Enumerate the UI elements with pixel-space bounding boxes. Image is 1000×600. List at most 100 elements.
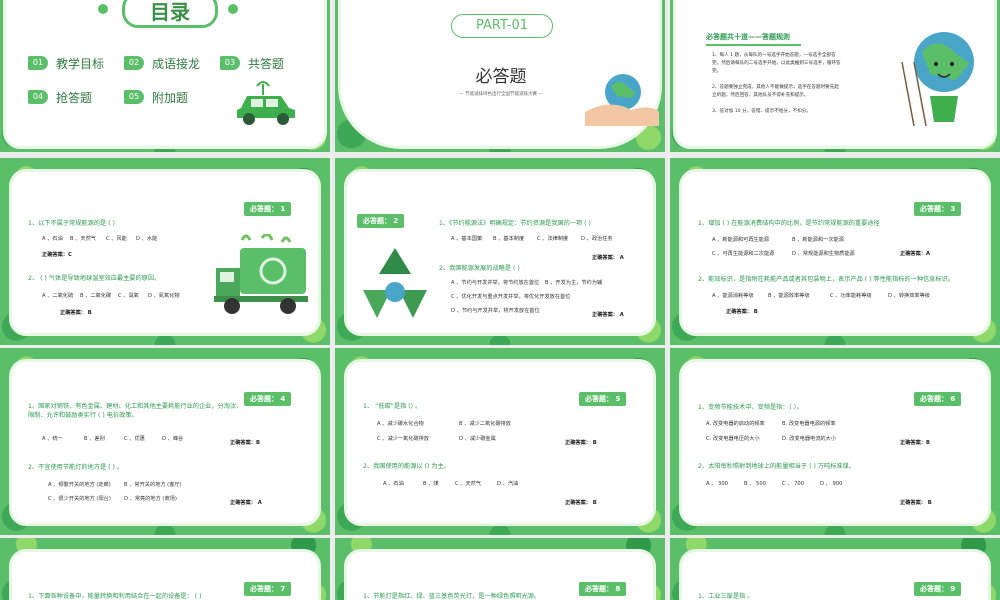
question-1-text: 1、增加 ( ) 在能源消费结构中的比例，是节约常规能源的重要途径 — [698, 220, 880, 227]
q1-option-c[interactable]: C 、可再生能源和二次能源 — [712, 250, 774, 259]
slide-card: 必答题： 2 1、《节约能源法》明确规定：节约资源是我国的一项 ( ) A 、基… — [347, 172, 653, 333]
q1-option-a[interactable]: A 、统一 — [42, 435, 63, 444]
q2-option-d[interactable]: D 、 900 — [820, 480, 842, 489]
q1-option-b[interactable]: B 、天然气 — [70, 235, 96, 244]
q2-option-c[interactable]: C 、天然气 — [455, 480, 481, 489]
question-tag: 必答题： 3 — [914, 202, 962, 216]
slide-question-1[interactable]: 必答题： 1 1、以下不属于常规能源的是 ( ) A 、石油 B 、天然气 C … — [0, 158, 330, 345]
q2-answer: 正确答案： B — [900, 500, 932, 506]
q2-option-c[interactable]: C 、功率能耗等级 — [830, 292, 872, 301]
q1-option-c[interactable]: C 、优惠 — [124, 435, 145, 444]
q2-answer: 正确答案： B — [726, 309, 758, 315]
slide-card: 必答题： 7 1、下面各种设备中，能量转换和利用结合在一起的设备是： ( ) — [12, 552, 318, 600]
q2-option-a[interactable]: A 、石油 — [383, 480, 404, 489]
question-1-text: 1、 “低碳”是指 () 。 — [363, 403, 422, 410]
green-car-icon — [237, 81, 295, 125]
q2-option-a[interactable]: A 、 300 — [706, 480, 728, 489]
q2-option-c[interactable]: C 、 700 — [782, 480, 804, 489]
q1-option-c[interactable]: C 、法律制度 — [537, 235, 568, 244]
q1-option-d[interactable]: D. 改变电器电流的大小 — [782, 435, 836, 444]
slide-card: 必答题： 3 1、增加 ( ) 在能源消费结构中的比例，是节约常规能源的重要途径… — [682, 172, 988, 333]
q2-answer: 正确答案： B — [60, 310, 92, 316]
q1-option-a[interactable]: A 、基本国策 — [451, 235, 482, 244]
q1-option-d[interactable]: D 、常规能源和生物质能源 — [792, 250, 855, 259]
question-1-text: 1、节能灯是指红、绿、蓝三基色荧光灯，是一种绿色照明光源。 — [363, 593, 541, 600]
slide-part-01[interactable]: PART-01 必答题 — 节能减排绿色出行全国节能减排大赛 — — [335, 0, 665, 152]
slide-question-5[interactable]: 必答题： 5 1、 “低碳”是指 () 。 A 、减少碳水化合物 B 、减少二氧… — [335, 348, 665, 535]
toc-item-2-num: 02 — [124, 56, 144, 70]
q1-option-c[interactable]: C 、风能 — [106, 235, 127, 244]
q2-option-d[interactable]: D 、常亮的地方 (商场) — [124, 495, 177, 504]
toc-title: 目录 — [150, 0, 190, 24]
slide-question-4[interactable]: 必答题： 4 1、国家对钢铁、有色金属、建材、化工和其他主要耗能行业的企业，分淘… — [0, 348, 330, 535]
question-2-text: 2、能效标识，是指附在耗能产品或者其包装物上，表示产品 ( ) 等性能指标的一种… — [698, 276, 954, 283]
q1-option-b[interactable]: B 、差别 — [84, 435, 105, 444]
part-subtitle: — 节能减排绿色出行全国节能减排大赛 — — [459, 92, 543, 97]
q1-answer: 正确答案：B — [900, 440, 930, 446]
slide-question-3[interactable]: 必答题： 3 1、增加 ( ) 在能源消费结构中的比例，是节约常规能源的重要途径… — [670, 158, 1000, 345]
q1-option-b[interactable]: B 、减少二氧化碳排放 — [459, 420, 511, 429]
q1-option-b[interactable]: B 、基本制度 — [493, 235, 524, 244]
q1-option-d[interactable]: D 、水能 — [136, 235, 157, 244]
q2-option-b[interactable]: B 、开发为主，节约为辅 — [545, 279, 602, 288]
q2-option-d[interactable]: D 、氮氧化物 — [148, 292, 180, 301]
q1-option-a[interactable]: A 、新能源和可再生能源 — [712, 236, 769, 245]
q2-option-a[interactable]: A 、能源消耗等级 — [712, 292, 754, 301]
q2-option-b[interactable]: B 、二氧化碳 — [80, 292, 111, 301]
q1-option-d[interactable]: D 、减少碳金属 — [459, 435, 496, 444]
q2-option-c[interactable]: C 、臭氧 — [118, 292, 139, 301]
q2-option-b[interactable]: B 、能源效率等级 — [768, 292, 810, 301]
q1-answer: 正确答案：C — [42, 252, 72, 258]
slide-rules[interactable]: 必答题共十道——答题规则 1、每人 1 题，从每队的一号选手开始答题，一号选手全… — [670, 0, 1000, 152]
q2-option-a[interactable]: A 、频繁开关的地方 (走廊) — [48, 481, 111, 490]
slide-question-8[interactable]: 必答题： 8 1、节能灯是指红、绿、蓝三基色荧光灯，是一种绿色照明光源。 — [335, 538, 665, 600]
slide-card: 必答题： 5 1、 “低碳”是指 () 。 A 、减少碳水化合物 B 、减少二氧… — [347, 362, 653, 523]
q1-option-d[interactable]: D 、峰谷 — [162, 435, 183, 444]
toc-item-1-label[interactable]: 教学目标 — [56, 55, 104, 72]
q2-option-b[interactable]: B 、煤 — [423, 480, 439, 489]
q1-option-b[interactable]: B. 改变电器电源的频率 — [782, 420, 836, 429]
slide-card: 目录 01 教学目标 02 成语接龙 03 共答题 04 抢答题 05 附加题 — [6, 0, 324, 146]
q2-option-d[interactable]: D 、汽油 — [497, 480, 518, 489]
question-1-text: 1、以下不属于常规能源的是 ( ) — [28, 220, 115, 227]
toc-item-1-num: 01 — [28, 56, 48, 70]
q1-option-d[interactable]: D 、政治任务 — [581, 235, 613, 244]
question-2-text: 2、不宜使用节能灯的地方是 ( ) 。 — [28, 464, 124, 471]
toc-item-5-label[interactable]: 附加题 — [152, 89, 188, 106]
toc-item-4-num: 04 — [28, 90, 48, 104]
q2-option-d[interactable]: D 、转换效率等级 — [888, 292, 930, 301]
q2-answer: 正确答案： A — [592, 312, 624, 318]
q1-option-c[interactable]: C. 改变电器电压的大小 — [706, 435, 760, 444]
toc-dot-left — [98, 4, 108, 14]
slide-question-2[interactable]: 必答题： 2 1、《节约能源法》明确规定：节约资源是我国的一项 ( ) A 、基… — [335, 158, 665, 345]
question-tag: 必答题： 1 — [244, 202, 292, 216]
slide-card: 必答题： 9 1、工业三废是指 。 — [682, 552, 988, 600]
q2-option-a[interactable]: A 、二氧化硫 — [42, 292, 73, 301]
toc-item-2-label[interactable]: 成语接龙 — [152, 55, 200, 72]
toc-item-3-label[interactable]: 共答题 — [248, 55, 284, 72]
slide-toc[interactable]: 目录 01 教学目标 02 成语接龙 03 共答题 04 抢答题 05 附加题 — [0, 0, 330, 152]
part-title: 必答题 — [475, 67, 527, 87]
q2-option-b[interactable]: B 、常开关的地方 (客厅) — [124, 481, 182, 490]
rules-item-2: 2、答题要独立完成，其他人不能做提示，选手在答题时要先起立听题，然后回答，其他队… — [712, 85, 839, 98]
slide-question-9[interactable]: 必答题： 9 1、工业三废是指 。 — [670, 538, 1000, 600]
question-1-text: 1、《节约能源法》明确规定：节约资源是我国的一项 ( ) — [439, 220, 591, 227]
q2-option-c[interactable]: C 、优化开发与重点开发并举，将优化开发放在首位 — [451, 293, 570, 302]
q2-option-c[interactable]: C 、很少开关的地方 (阳台) — [48, 495, 111, 504]
q2-option-b[interactable]: B 、 500 — [744, 480, 766, 489]
q1-option-a[interactable]: A 、减少碳水化合物 — [377, 420, 424, 429]
q1-option-c[interactable]: C 、减少一氧化碳排放 — [377, 435, 429, 444]
slide-question-6[interactable]: 必答题： 6 1、变频节能技术中，变频是指：（ ）。 A. 改变电器的启动的频率… — [670, 348, 1000, 535]
q1-option-a[interactable]: A 、石油 — [42, 235, 63, 244]
toc-item-5-num: 05 — [124, 90, 144, 104]
question-2-text: 2、我国使用的能源以 () 为主。 — [363, 463, 450, 470]
q1-option-b[interactable]: B 、新能源和一次能源 — [792, 236, 844, 245]
rules-title: 必答题共十道——答题规则 — [706, 33, 790, 41]
q1-option-a[interactable]: A. 改变电器的启动的频率 — [706, 420, 765, 429]
toc-item-4-label[interactable]: 抢答题 — [56, 89, 92, 106]
slide-card: 必答题： 8 1、节能灯是指红、绿、蓝三基色荧光灯，是一种绿色照明光源。 — [347, 552, 653, 600]
q2-option-d[interactable]: D 、节约与开发并举，将开发放在首位 — [451, 307, 540, 316]
slide-question-7[interactable]: 必答题： 7 1、下面各种设备中，能量转换和利用结合在一起的设备是： ( ) — [0, 538, 330, 600]
q2-option-a[interactable]: A 、节约与开发并举，将节约放在首位 — [451, 279, 539, 288]
toc-dot-right — [228, 4, 238, 14]
